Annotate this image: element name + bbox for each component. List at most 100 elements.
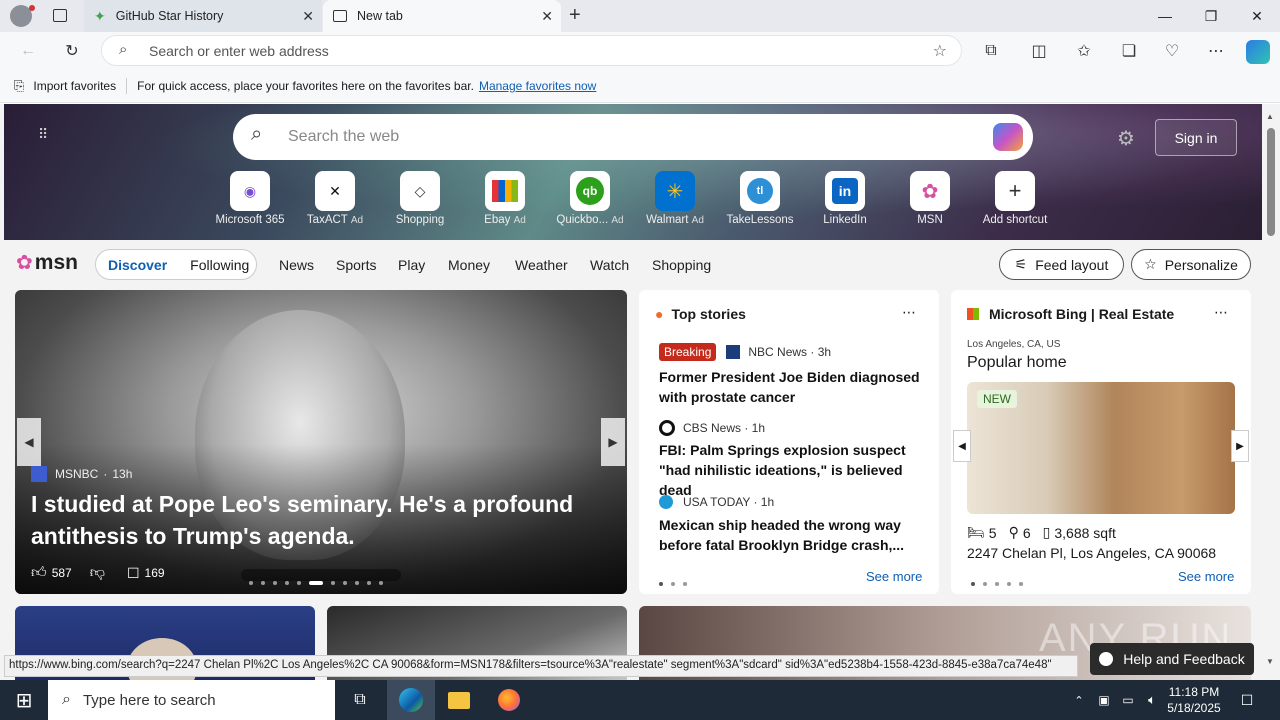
more-options-icon[interactable]: ⋯ [1214, 304, 1228, 321]
next-listing-icon[interactable]: ▶ [1231, 430, 1249, 462]
clock[interactable]: 11:18 PM 5/18/2025 [1166, 680, 1222, 720]
shortcut-quickbooks[interactable]: qb Quickbo... Ad [545, 171, 635, 226]
edge-taskbar-icon[interactable] [387, 680, 435, 720]
nav-play[interactable]: Play [398, 257, 425, 273]
apps-grid-icon[interactable]: ⠿ [38, 126, 56, 144]
shortcut-microsoft-365[interactable]: ◉ Microsoft 365 [205, 171, 295, 226]
favorite-star-icon[interactable]: ☆ [933, 41, 947, 61]
manage-favorites-link[interactable]: Manage favorites now [479, 79, 596, 93]
more-menu-icon[interactable]: ⋯ [1205, 40, 1227, 62]
firefox-icon[interactable] [485, 680, 533, 720]
takelessons-icon: tl [740, 171, 780, 211]
tab-actions-icon[interactable] [53, 9, 67, 22]
page-dots[interactable] [659, 574, 695, 589]
copilot-icon[interactable] [1246, 40, 1270, 64]
shortcut-walmart[interactable]: ✳ Walmart Ad [630, 171, 720, 226]
see-more-link[interactable]: See more [1178, 569, 1234, 584]
split-screen-icon[interactable]: ◫ [1028, 40, 1050, 62]
task-view-icon[interactable]: ⧉ [338, 680, 382, 720]
msn-logo[interactable]: ✿ msn [16, 250, 78, 275]
story-source: USA TODAY · 1h [659, 495, 774, 509]
nav-news[interactable]: News [279, 257, 314, 273]
notifications-icon[interactable]: ☐ [1232, 680, 1262, 720]
collections-icon[interactable]: ❏ [1118, 40, 1140, 62]
file-explorer-icon[interactable] [435, 680, 483, 720]
personalize-button[interactable]: ☆ Personalize [1131, 249, 1251, 280]
import-favorites-button[interactable]: Import favorites [33, 79, 116, 93]
favorites-bar: ⎘ Import favorites For quick access, pla… [0, 70, 1280, 103]
scroll-down-icon[interactable]: ▼ [1266, 657, 1274, 666]
scroll-up-icon[interactable]: ▲ [1266, 112, 1274, 121]
nav-sports[interactable]: Sports [336, 257, 376, 273]
feature-title[interactable]: I studied at Pope Leo's seminary. He's a… [31, 488, 611, 552]
listing-address[interactable]: 2247 Chelan Pl, Los Angeles, CA 90068 [967, 545, 1216, 561]
scroll-thumb[interactable] [1267, 128, 1275, 236]
web-search-box[interactable]: ⌕ Search the web [233, 114, 1033, 160]
refresh-icon[interactable]: ↻ [61, 40, 83, 62]
story-title[interactable]: Former President Joe Biden diagnosed wit… [659, 367, 927, 407]
restore-button[interactable]: ❐ [1188, 0, 1234, 32]
volume-icon[interactable]: 🔈︎ [1141, 680, 1163, 720]
web-search-input[interactable]: Search the web [288, 128, 399, 146]
msn-butterfly-icon: ✿ [16, 252, 33, 274]
shortcut-takelessons[interactable]: tl TakeLessons [715, 171, 805, 226]
linkedin-icon: in [825, 171, 865, 211]
feed-layout-button[interactable]: ⚟ Feed layout [999, 249, 1124, 280]
copilot-icon[interactable] [993, 123, 1023, 151]
comment-icon[interactable]: ☐ [127, 565, 140, 582]
new-tab-plus-icon[interactable]: + [569, 4, 581, 27]
usatoday-logo-icon [659, 495, 673, 509]
sign-in-button[interactable]: Sign in [1155, 119, 1237, 156]
nav-weather[interactable]: Weather [515, 257, 568, 273]
close-tab-icon[interactable]: ✕ [302, 8, 314, 25]
shortcut-linkedin[interactable]: in LinkedIn [800, 171, 890, 226]
tray-app-icon[interactable]: ▣ [1093, 680, 1115, 720]
real-estate-card: Microsoft Bing | Real Estate ⋯ Los Angel… [951, 290, 1251, 594]
network-icon[interactable]: ▭ [1117, 680, 1139, 720]
nav-money[interactable]: Money [448, 257, 490, 273]
address-bar[interactable]: ⌕ Search or enter web address ☆ [101, 35, 962, 66]
page-scrollbar[interactable]: ▲ ▼ [1262, 104, 1280, 680]
nav-watch[interactable]: Watch [590, 257, 629, 273]
carousel-prev-icon[interactable]: ◀ [17, 418, 41, 466]
feature-story-card[interactable]: ◀ ▶ MSNBC · 13h I studied at Pope Leo's se… [15, 290, 627, 594]
address-input[interactable]: Search or enter web address [149, 43, 329, 59]
story-title[interactable]: FBI: Palm Springs explosion suspect "had… [659, 440, 927, 500]
minimize-button[interactable]: — [1142, 0, 1188, 32]
new-badge: NEW [977, 390, 1017, 408]
extensions-icon[interactable]: ⧉ [980, 40, 1002, 62]
nav-shopping[interactable]: Shopping [652, 257, 711, 273]
favorites-icon[interactable]: ✩ [1073, 40, 1095, 62]
prev-listing-icon[interactable]: ◀ [953, 430, 971, 462]
tab-following[interactable]: Following [190, 257, 249, 273]
shortcut-ebay[interactable]: Ebay Ad [460, 171, 550, 226]
tray-chevron-icon[interactable]: ⌃ [1068, 680, 1090, 720]
dislike-icon[interactable]: 👎︎ [90, 564, 105, 582]
close-window-button[interactable]: ✕ [1234, 0, 1280, 32]
sliders-icon: ⚟ [1014, 256, 1028, 272]
shortcut-shopping[interactable]: ◇ Shopping [375, 171, 465, 226]
search-icon: ⌕ [251, 123, 263, 145]
browser-essentials-icon[interactable]: ♡ [1161, 40, 1183, 62]
like-icon[interactable]: 👍︎ [31, 564, 47, 582]
tab-new-tab[interactable]: New tab ✕ [323, 0, 561, 32]
tab-discover[interactable]: Discover [108, 257, 167, 273]
shortcut-taxact[interactable]: ✕ TaxACT Ad [290, 171, 380, 226]
taskbar-search[interactable]: ⌕ Type here to search [48, 680, 335, 720]
home-photo[interactable]: NEW [967, 382, 1235, 514]
shortcut-add[interactable]: + Add shortcut [970, 171, 1060, 226]
tab-github-star-history[interactable]: ✦ GitHub Star History ✕ [84, 0, 322, 32]
help-feedback-button[interactable]: Help and Feedback [1090, 643, 1254, 675]
start-windows-icon[interactable]: ⊞ [0, 680, 48, 720]
settings-gear-icon[interactable]: ⚙ [1117, 126, 1135, 151]
help-icon [1099, 652, 1114, 666]
carousel-next-icon[interactable]: ▶ [601, 418, 625, 466]
close-tab-icon[interactable]: ✕ [541, 8, 553, 25]
shortcut-msn[interactable]: ✿ MSN [885, 171, 975, 226]
back-arrow-icon[interactable]: ← [17, 40, 39, 62]
page-dots[interactable] [971, 574, 1031, 589]
see-more-link[interactable]: See more [866, 569, 922, 584]
story-title[interactable]: Mexican ship headed the wrong way before… [659, 515, 927, 555]
more-options-icon[interactable]: ⋯ [902, 304, 916, 321]
carousel-dots[interactable] [241, 569, 401, 585]
